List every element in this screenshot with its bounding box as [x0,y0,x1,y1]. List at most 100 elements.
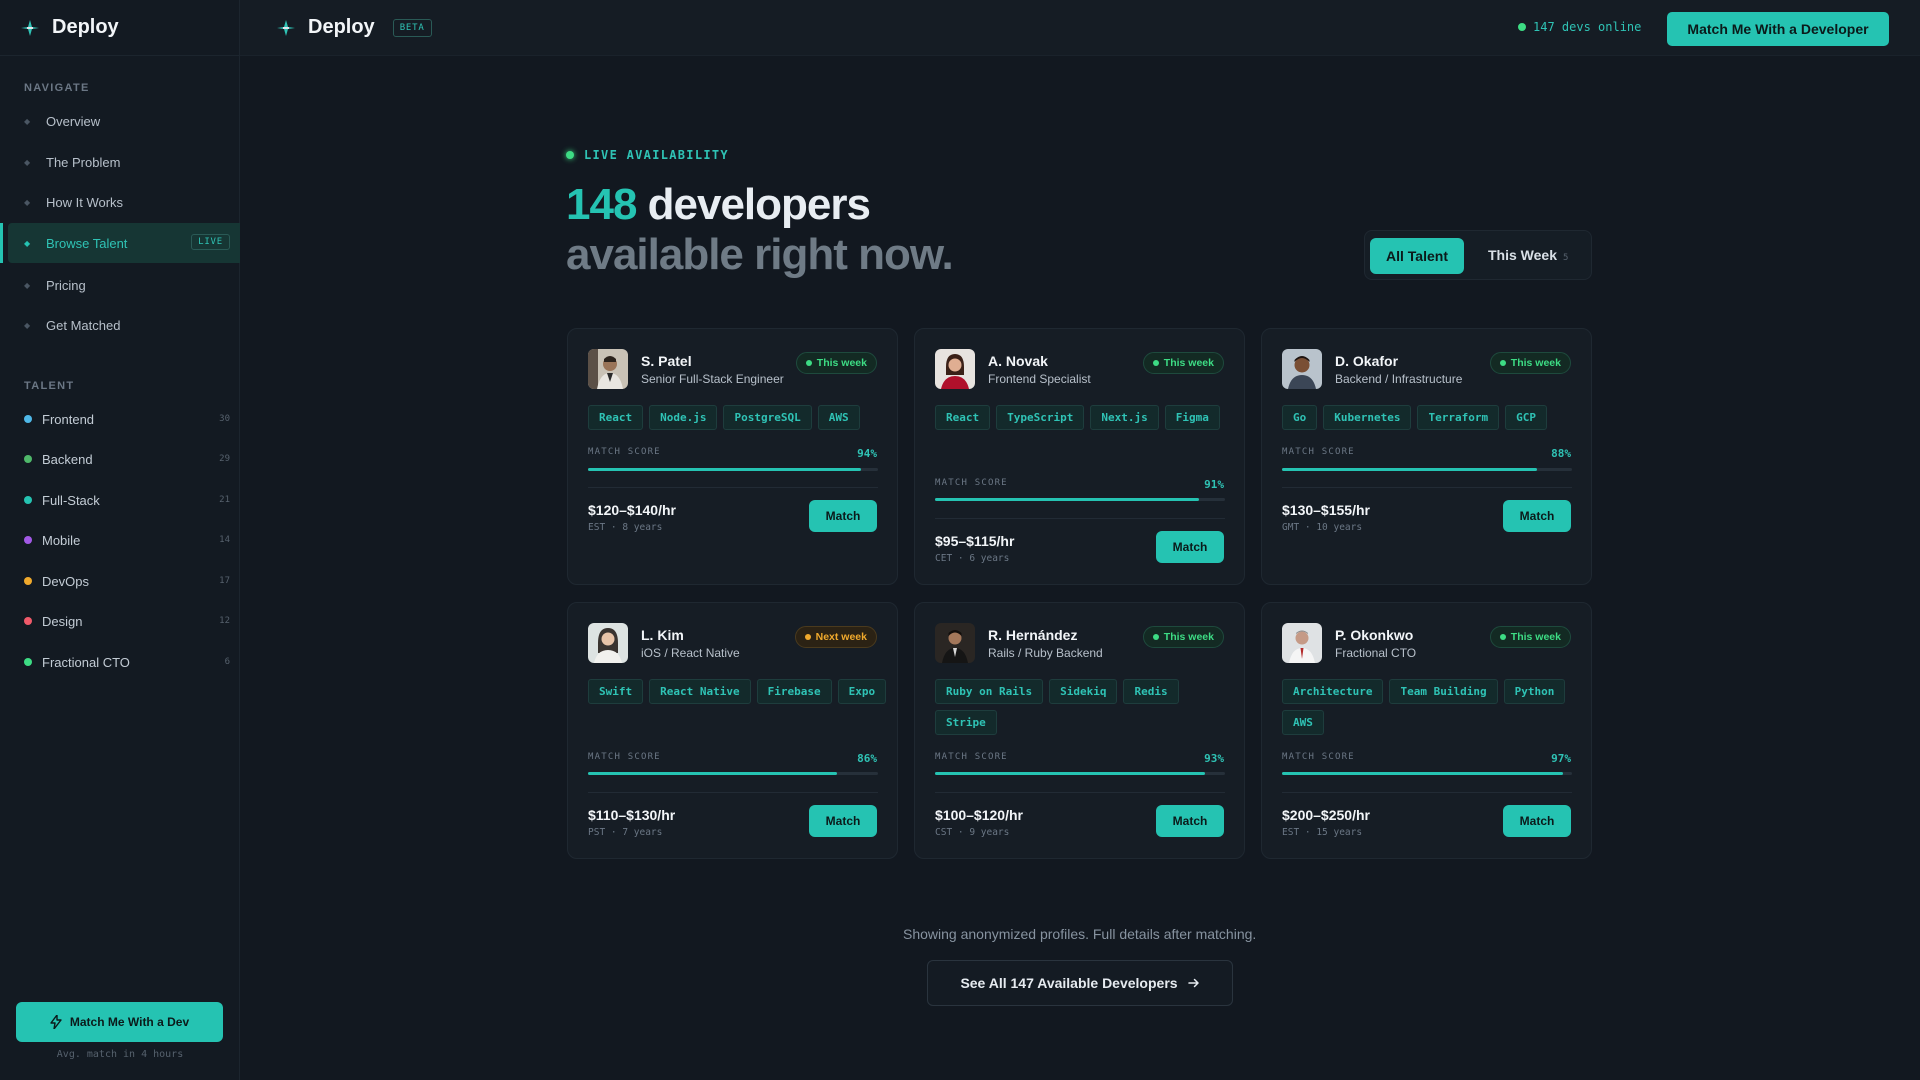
skill-tag: GCP [1505,405,1547,430]
hourly-rate: $120–$140/hr [588,502,676,518]
match-score-bar [1282,468,1572,471]
nav-item-browse-talent[interactable]: ◆ Browse Talent LIVE [0,223,240,263]
timezone-experience: EST · 15 years [1282,827,1363,838]
talent-item-label: Mobile [42,532,81,548]
status-dot-icon [1499,634,1506,640]
availability-label: This week [1510,357,1561,369]
skill-tag: Team Building [1389,679,1498,704]
avg-match-note: Avg. match in 4 hours [56,1049,184,1060]
skill-tag: Figma [1164,405,1220,430]
nav-item-overview[interactable]: ◆ Overview [8,101,240,141]
eyebrow-text: LIVE AVAILABILITY [584,148,729,162]
hourly-rate: $110–$130/hr [588,807,676,823]
availability-badge: This week [1489,626,1571,648]
see-all-developers-button[interactable]: See All 147 Available Developers [927,960,1233,1006]
availability-badge: This week [1142,352,1224,374]
match-score-fill [1282,772,1564,775]
timezone-experience: PST · 7 years [588,827,663,838]
sidebar-brand[interactable]: Deploy [0,0,239,56]
skill-tag: Ruby on Rails [935,679,1044,704]
diamond-icon: ◆ [24,116,31,126]
developer-name: R. Hernández [988,627,1078,643]
divider [935,518,1225,519]
timezone-experience: CST · 9 years [935,827,1010,838]
match-button[interactable]: Match [1503,805,1571,837]
divider [588,792,878,793]
category-dot [24,415,32,423]
match-score-fill [588,468,861,471]
talent-item-count: 17 [219,576,230,586]
skill-tag: AWS [817,405,860,430]
talent-item-fractional-cto[interactable]: Fractional CTO 6 [0,642,240,682]
talent-item-label: Backend [42,451,93,467]
skill-tag: React [935,405,991,430]
timezone-experience: CET · 6 years [935,553,1010,564]
match-button[interactable]: Match [1156,805,1224,837]
nav-item-pricing[interactable]: ◆ Pricing [8,265,240,305]
match-button[interactable]: Match [809,500,877,532]
talent-item-label: Full-Stack [42,492,100,508]
match-score-label: MATCH SCORE [935,752,1008,762]
talent-item-frontend[interactable]: Frontend 30 [0,399,240,439]
headline-rest: developers [636,180,871,229]
live-availability-label: LIVE AVAILABILITY [566,148,729,162]
match-score-label: MATCH SCORE [935,478,1008,488]
match-score-bar [935,498,1225,501]
topbar-brand[interactable]: Deploy BETA [276,16,432,39]
nav-item-get-matched[interactable]: ◆ Get Matched [8,305,240,345]
all-talent-tab[interactable]: All Talent [1370,238,1464,274]
availability-label: This week [816,357,867,369]
online-dot-icon [1518,23,1526,31]
skill-tag: React Native [649,679,751,704]
talent-item-full-stack[interactable]: Full-Stack 21 [0,480,240,520]
this-week-label: This Week [1488,247,1557,263]
skill-tags: Ruby on Rails Sidekiq Redis Stripe [935,679,1235,735]
availability-label: This week [1510,631,1561,643]
skill-tags: Swift React Native Firebase Expo [588,679,888,704]
availability-badge: This week [795,352,877,374]
devs-online-text: 147 devs online [1533,20,1642,34]
nav-item-how-it-works[interactable]: ◆ How It Works [8,182,240,222]
skill-tag: Redis [1123,679,1179,704]
match-score-label: MATCH SCORE [588,752,661,762]
skill-tag: PostgreSQL [723,405,812,430]
availability-badge: This week [1489,352,1571,374]
skill-tags: React TypeScript Next.js Figma [935,405,1235,430]
timezone-experience: EST · 8 years [588,522,663,533]
developer-name: A. Novak [988,353,1048,369]
timezone-experience: GMT · 10 years [1282,522,1363,533]
avatar [935,349,975,389]
skill-tag: Python [1503,679,1566,704]
match-button[interactable]: Match [809,805,877,837]
skill-tag: TypeScript [996,405,1085,430]
talent-item-count: 21 [219,495,230,505]
this-week-tab[interactable]: This Week 5 [1488,247,1568,263]
status-dot-icon [805,360,812,366]
talent-item-count: 29 [219,454,230,464]
divider [1282,487,1572,488]
skill-tag: Expo [837,679,887,704]
see-all-label: See All 147 Available Developers [960,975,1178,991]
diamond-icon: ◆ [24,280,31,290]
skill-tag: Terraform [1417,405,1500,430]
match-button[interactable]: Match [1503,500,1571,532]
category-dot [24,455,32,463]
nav-item-label: Overview [46,113,101,129]
match-score-value: 94% [857,447,877,460]
sidebar-match-button[interactable]: Match Me With a Dev [16,1002,223,1042]
talent-item-mobile[interactable]: Mobile 14 [0,520,240,560]
talent-item-backend[interactable]: Backend 29 [0,439,240,479]
developer-name: S. Patel [641,353,692,369]
skill-tag: Stripe [935,710,997,735]
nav-item-the-problem[interactable]: ◆ The Problem [8,142,240,182]
talent-item-devops[interactable]: DevOps 17 [0,561,240,601]
nav-item-label: Get Matched [46,317,121,333]
skill-tags: React Node.js PostgreSQL AWS [588,405,888,430]
match-score-fill [1282,468,1538,471]
match-button[interactable]: Match [1156,531,1224,563]
match-me-button[interactable]: Match Me With a Developer [1667,12,1889,46]
skill-tag: Architecture [1282,679,1384,704]
talent-item-design[interactable]: Design 12 [0,601,240,641]
skill-tag: Next.js [1090,405,1159,430]
topbar: Deploy BETA 147 devs online Match Me Wit… [240,0,1920,56]
